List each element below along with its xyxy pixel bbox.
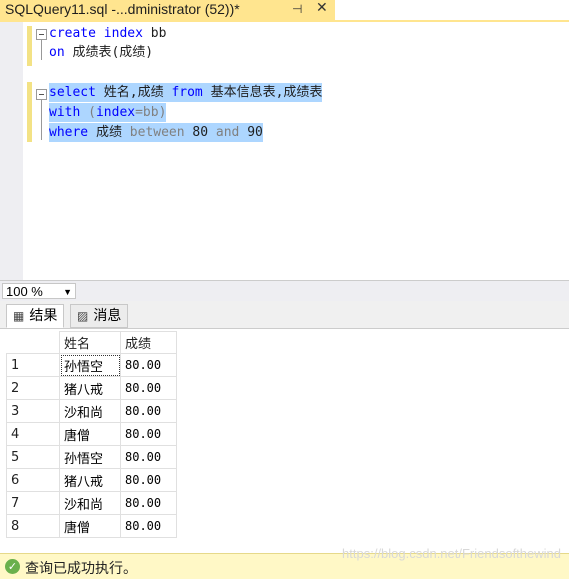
table-row[interactable]: 7 沙和尚 80.00 — [6, 491, 177, 515]
cell-name[interactable]: 沙和尚 — [59, 491, 121, 515]
code-token: ( — [80, 105, 96, 120]
cell-score[interactable]: 80.00 — [120, 376, 177, 400]
grid-header-row: 姓名 成绩 — [6, 331, 177, 354]
row-number[interactable]: 7 — [6, 491, 60, 515]
code-token: 基本信息表,成绩表 — [202, 85, 323, 100]
code-line[interactable]: create index bb — [49, 24, 166, 43]
code-line[interactable]: where 成绩 between 80 and 90 — [49, 123, 263, 142]
fold-line — [41, 40, 42, 60]
zoom-dropdown[interactable]: 100 % ▼ — [2, 283, 76, 299]
status-text: 查询已成功执行。 — [25, 561, 137, 577]
row-number[interactable]: 6 — [6, 468, 60, 492]
results-pane: ▦ 结果 ▨ 消息 姓名 成绩 1 孙悟空 80.00 2 猪八戒 80.00 3 沙和尚 80.0… — [0, 301, 569, 553]
tab-messages[interactable]: ▨ 消息 — [70, 304, 129, 328]
code-token: with — [49, 105, 81, 120]
code-token: 成绩表(成绩) — [64, 45, 154, 60]
row-number[interactable]: 2 — [6, 376, 60, 400]
document-tab-title[interactable]: SQLQuery11.sql -...dministrator (52))* — [5, 1, 240, 17]
code-token: create — [49, 26, 96, 41]
row-number[interactable]: 8 — [6, 514, 60, 538]
success-check-icon: ✓ — [5, 559, 20, 574]
code-token: 成绩 — [88, 125, 130, 140]
code-token: 姓名,成绩 — [95, 85, 172, 100]
editor-gutter — [0, 22, 23, 280]
code-token: from — [171, 85, 203, 100]
editor-bottom-bar: 100 % ▼ — [0, 280, 569, 301]
code-token: bb — [142, 26, 167, 41]
fold-line — [41, 100, 42, 140]
collapse-icon[interactable] — [36, 89, 47, 100]
table-row[interactable]: 3 沙和尚 80.00 — [6, 399, 177, 423]
code-token: =bb) — [135, 105, 167, 120]
table-row[interactable]: 8 唐僧 80.00 — [6, 514, 177, 538]
zoom-value: 100 % — [6, 284, 43, 299]
cell-score[interactable]: 80.00 — [120, 514, 177, 538]
cell-name[interactable]: 猪八戒 — [59, 468, 121, 492]
watermark: https://blog.csdn.net/Friendsofthewind — [342, 546, 561, 561]
row-number[interactable]: 4 — [6, 422, 60, 446]
cell-score[interactable]: 80.00 — [120, 468, 177, 492]
cell-name[interactable]: 猪八戒 — [59, 376, 121, 400]
pin-icon[interactable]: ⊣ — [292, 2, 302, 16]
row-number[interactable]: 3 — [6, 399, 60, 423]
cell-name[interactable]: 唐僧 — [59, 514, 121, 538]
change-marker — [27, 82, 32, 142]
tab-results-label: 结果 — [29, 308, 58, 324]
column-header-score[interactable]: 成绩 — [120, 331, 177, 354]
code-line[interactable]: on 成绩表(成绩) — [49, 43, 153, 62]
code-token: index — [95, 105, 136, 120]
code-token: select — [49, 85, 96, 100]
table-row[interactable]: 2 猪八戒 80.00 — [6, 376, 177, 400]
grid-corner[interactable] — [6, 331, 60, 354]
table-row[interactable]: 6 猪八戒 80.00 — [6, 468, 177, 492]
code-token: on — [49, 45, 65, 60]
close-icon[interactable]: ✕ — [316, 0, 328, 16]
results-tabbar: ▦ 结果 ▨ 消息 — [0, 301, 569, 329]
table-row[interactable]: 5 孙悟空 80.00 — [6, 445, 177, 469]
code-line[interactable]: with (index=bb) — [49, 103, 167, 122]
code-token: 90 — [239, 125, 263, 140]
code-token: and — [215, 125, 240, 140]
query-editor[interactable]: create index bb on 成绩表(成绩) select 姓名,成绩 … — [0, 22, 569, 280]
cell-score[interactable]: 80.00 — [120, 399, 177, 423]
table-row[interactable]: 1 孙悟空 80.00 — [6, 353, 177, 377]
table-row[interactable]: 4 唐僧 80.00 — [6, 422, 177, 446]
code-line[interactable]: select 姓名,成绩 from 基本信息表,成绩表 — [49, 83, 323, 102]
grid-icon: ▦ — [13, 309, 25, 323]
collapse-icon[interactable] — [36, 29, 47, 40]
cell-name[interactable]: 孙悟空 — [59, 445, 121, 469]
chevron-down-icon[interactable]: ▼ — [63, 284, 72, 300]
cell-name[interactable]: 孙悟空 — [59, 353, 121, 377]
cell-name[interactable]: 沙和尚 — [59, 399, 121, 423]
column-header-name[interactable]: 姓名 — [59, 331, 121, 354]
cell-score[interactable]: 80.00 — [120, 353, 177, 377]
cell-score[interactable]: 80.00 — [120, 422, 177, 446]
code-token: between — [129, 125, 185, 140]
row-number[interactable]: 5 — [6, 445, 60, 469]
change-marker — [27, 26, 32, 66]
tab-results[interactable]: ▦ 结果 — [6, 304, 65, 328]
tab-messages-label: 消息 — [93, 308, 122, 324]
document-tab[interactable]: SQLQuery11.sql -...dministrator (52))* ⊣… — [0, 0, 335, 21]
code-token: 80 — [184, 125, 216, 140]
code-token: index — [103, 26, 143, 41]
row-number[interactable]: 1 — [6, 353, 60, 377]
message-icon: ▨ — [77, 309, 89, 323]
cell-score[interactable]: 80.00 — [120, 491, 177, 515]
cell-name[interactable]: 唐僧 — [59, 422, 121, 446]
code-token: where — [49, 125, 89, 140]
cell-score[interactable]: 80.00 — [120, 445, 177, 469]
results-grid[interactable]: 姓名 成绩 1 孙悟空 80.00 2 猪八戒 80.00 3 沙和尚 80.00 4 唐僧 80.0… — [6, 331, 177, 538]
